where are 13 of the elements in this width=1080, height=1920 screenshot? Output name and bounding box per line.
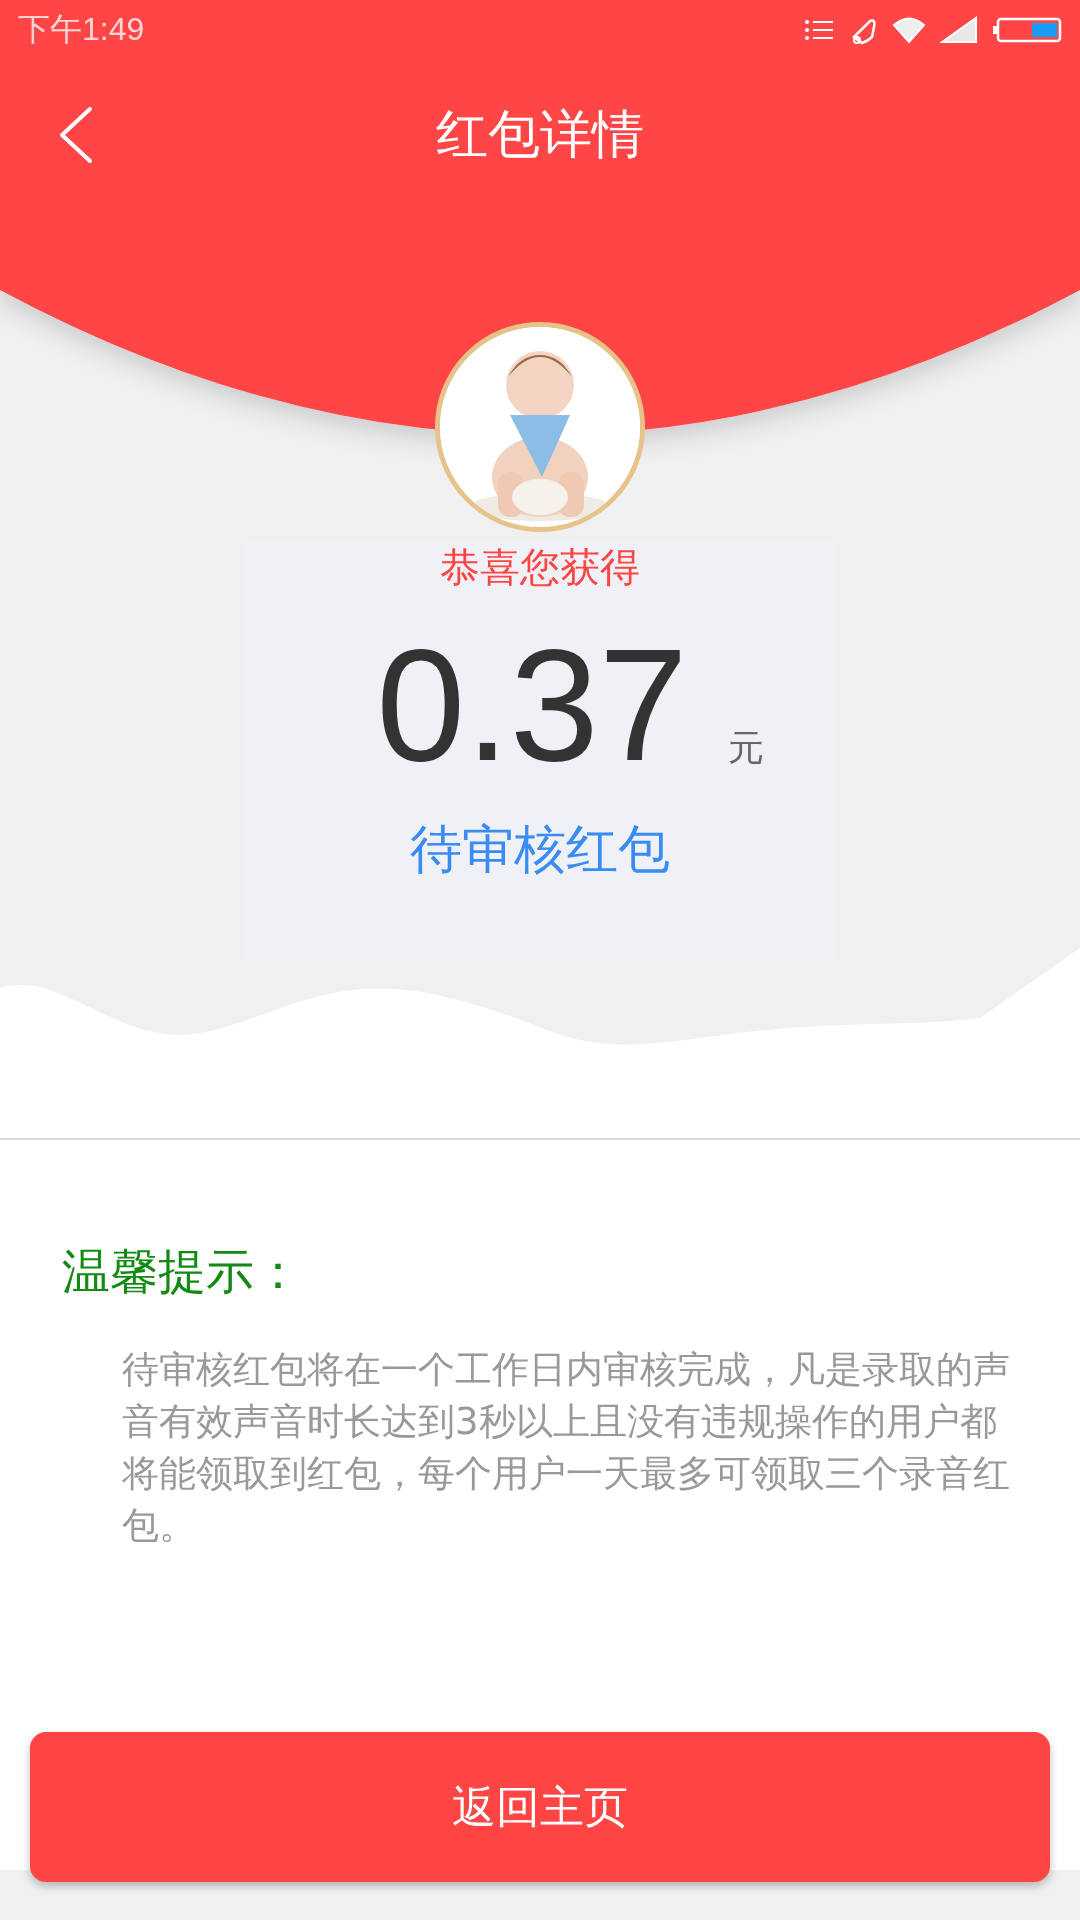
wifi-icon (892, 16, 926, 44)
currency-unit: 元 (727, 726, 764, 770)
signal-icon (940, 16, 978, 44)
home-button[interactable]: 返回主页 (30, 1732, 1050, 1882)
amount-value: 0.37 (376, 625, 688, 785)
battery-icon (992, 17, 1062, 43)
congrats-text: 恭喜您获得 (440, 543, 640, 592)
tips-title: 温馨提示： (62, 1242, 303, 1301)
notification-list-icon (804, 18, 834, 42)
tips-text: 待审核红包将在一个工作日内审核完成，凡是录取的声音有效声音时长达到3秒以上且没有违规操作的用户都将能领取到红包，每个用户一天最多可领取三个录音红包。 (122, 1347, 1011, 1549)
review-status: 待审核红包 (410, 818, 670, 881)
page-title: 红包详情 (436, 103, 644, 166)
status-time: 下午1:49 (18, 10, 145, 49)
